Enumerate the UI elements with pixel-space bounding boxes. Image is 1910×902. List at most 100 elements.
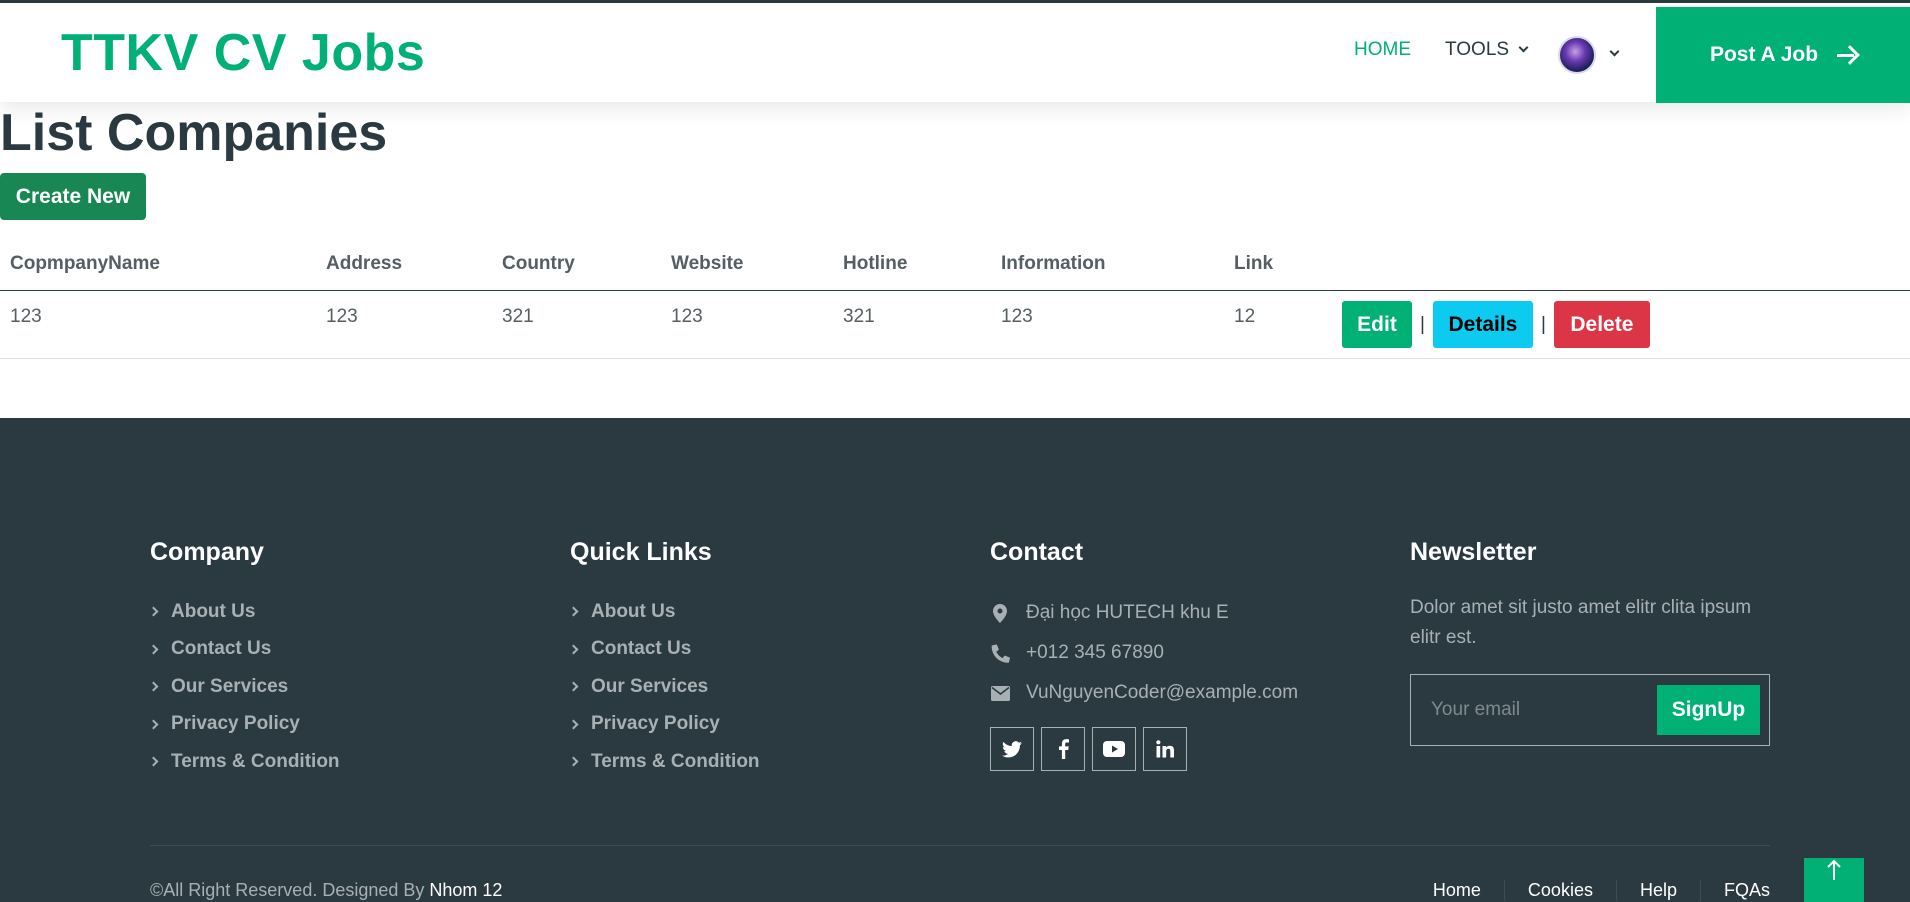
footer-link-privacy-policy[interactable]: Privacy Policy (148, 706, 340, 744)
cell-website: 123 (671, 306, 703, 327)
cell-company-name: 123 (10, 306, 42, 327)
footer-company-column: Company About Us Contact Us Our Services… (148, 538, 340, 781)
chevron-right-icon (568, 681, 579, 692)
nav-tools-label: TOOLS (1445, 39, 1510, 60)
contact-address: Đại học HUTECH khu E (990, 593, 1298, 633)
chevron-right-icon (148, 719, 159, 730)
copyright: ©All Right Reserved. Designed By Nhom 12 (150, 880, 502, 901)
footer-nav: Home Cookies Help FQAs (1410, 880, 1770, 901)
footer-link-terms[interactable]: Terms & Condition (148, 743, 340, 781)
footer-divider (150, 845, 1770, 846)
signup-button[interactable]: SignUp (1657, 685, 1760, 735)
chevron-right-icon (148, 644, 159, 655)
footer-contact-column: Contact Đại học HUTECH khu E +012 345 67… (990, 538, 1298, 771)
back-to-top-button[interactable] (1804, 858, 1864, 902)
footer-link-label: Privacy Policy (171, 713, 300, 735)
create-new-button[interactable]: Create New (0, 173, 146, 220)
column-header-link: Link (1234, 253, 1274, 274)
footer-nav-help[interactable]: Help (1615, 880, 1700, 901)
table-header: CopmpanyName Address Country Website Hot… (0, 245, 1910, 291)
chevron-right-icon (568, 644, 579, 655)
footer-link-label: Terms & Condition (171, 750, 340, 772)
cell-country: 321 (502, 306, 534, 327)
delete-button[interactable]: Delete (1553, 301, 1650, 348)
footer-link-our-services[interactable]: Our Services (148, 668, 340, 706)
youtube-icon[interactable] (1092, 727, 1136, 771)
footer-company-heading: Company (150, 538, 264, 566)
footer-nav-home[interactable]: Home (1410, 880, 1504, 901)
nav-tools-dropdown[interactable]: TOOLS (1445, 39, 1529, 61)
footer-contact-heading: Contact (990, 538, 1084, 566)
page-title: List Companies (0, 104, 388, 162)
details-button[interactable]: Details (1432, 301, 1533, 348)
newsletter-text: Dolor amet sit justo amet elitr clita ip… (1410, 597, 1752, 648)
contact-phone-text: +012 345 67890 (1026, 642, 1164, 663)
footer-link-label: About Us (171, 600, 256, 622)
map-marker-icon (990, 603, 1010, 623)
post-job-button[interactable]: Post A Job (1656, 7, 1910, 103)
edit-button[interactable]: Edit (1342, 301, 1412, 348)
chevron-right-icon (568, 606, 579, 617)
footer-link-our-services[interactable]: Our Services (568, 668, 760, 706)
column-header-country: Country (502, 253, 575, 274)
cell-hotline: 321 (843, 306, 875, 327)
footer-nav-cookies[interactable]: Cookies (1503, 880, 1616, 901)
separator: | (1540, 313, 1546, 335)
facebook-icon[interactable] (1041, 727, 1085, 771)
footer-link-label: Terms & Condition (591, 750, 760, 772)
footer-link-label: Contact Us (591, 638, 692, 660)
brand-logo[interactable]: TTKV CV Jobs (61, 23, 425, 83)
linkedin-icon[interactable] (1143, 727, 1187, 771)
footer-link-label: Our Services (591, 675, 709, 697)
cell-address: 123 (326, 306, 358, 327)
table-row: 123 123 321 123 321 123 12 Edit | Detail… (0, 291, 1910, 359)
footer-quick-links-heading: Quick Links (570, 538, 712, 566)
contact-email-text: VuNguyenCoder@example.com (1026, 682, 1299, 703)
column-header-hotline: Hotline (843, 253, 908, 274)
contact-phone: +012 345 67890 (990, 633, 1298, 673)
footer-link-label: Privacy Policy (591, 713, 720, 735)
chevron-right-icon (568, 756, 579, 767)
footer-nav-fqas[interactable]: FQAs (1699, 880, 1770, 901)
phone-icon (990, 643, 1010, 663)
separator: | (1420, 313, 1425, 335)
footer-link-privacy-policy[interactable]: Privacy Policy (568, 706, 760, 744)
nav-home-link[interactable]: HOME (1354, 39, 1411, 61)
arrow-right-icon (1836, 45, 1856, 65)
footer-link-contact-us[interactable]: Contact Us (148, 631, 340, 669)
designer-link[interactable]: Nhom 12 (429, 880, 502, 900)
column-header-address: Address (326, 253, 403, 274)
chevron-right-icon (148, 681, 159, 692)
footer-link-contact-us[interactable]: Contact Us (568, 631, 760, 669)
footer-link-about-us[interactable]: About Us (568, 593, 760, 631)
chevron-down-icon[interactable] (1609, 46, 1620, 57)
chevron-right-icon (148, 606, 159, 617)
column-header-website: Website (671, 253, 744, 274)
copyright-text: ©All Right Reserved. Designed By (150, 880, 425, 900)
footer-link-label: About Us (591, 600, 676, 622)
footer-link-terms[interactable]: Terms & Condition (568, 743, 760, 781)
column-header-information: Information (1001, 253, 1106, 274)
avatar[interactable] (1558, 36, 1596, 74)
chevron-right-icon (148, 756, 159, 767)
footer-newsletter-column: Newsletter Dolor amet sit justo amet eli… (1410, 538, 1780, 746)
contact-address-text: Đại học HUTECH khu E (1026, 602, 1229, 623)
post-job-label: Post A Job (1709, 43, 1819, 66)
footer-link-label: Our Services (171, 675, 289, 697)
footer-link-about-us[interactable]: About Us (148, 593, 340, 631)
arrow-up-icon (1827, 859, 1841, 880)
social-links (990, 727, 1298, 771)
footer-quick-links-column: Quick Links About Us Contact Us Our Serv… (568, 538, 760, 781)
chevron-down-icon (1518, 42, 1529, 53)
email-input[interactable] (1431, 687, 1651, 733)
cell-link: 12 (1234, 306, 1256, 327)
contact-email: VuNguyenCoder@example.com (990, 673, 1298, 713)
footer-link-label: Contact Us (171, 638, 272, 660)
cell-information: 123 (1001, 306, 1033, 327)
footer-newsletter-heading: Newsletter (1410, 538, 1537, 566)
envelope-icon (990, 683, 1010, 703)
footer: Company About Us Contact Us Our Services… (0, 418, 1910, 902)
companies-table: CopmpanyName Address Country Website Hot… (0, 245, 1910, 359)
chevron-right-icon (568, 719, 579, 730)
twitter-icon[interactable] (990, 727, 1034, 771)
